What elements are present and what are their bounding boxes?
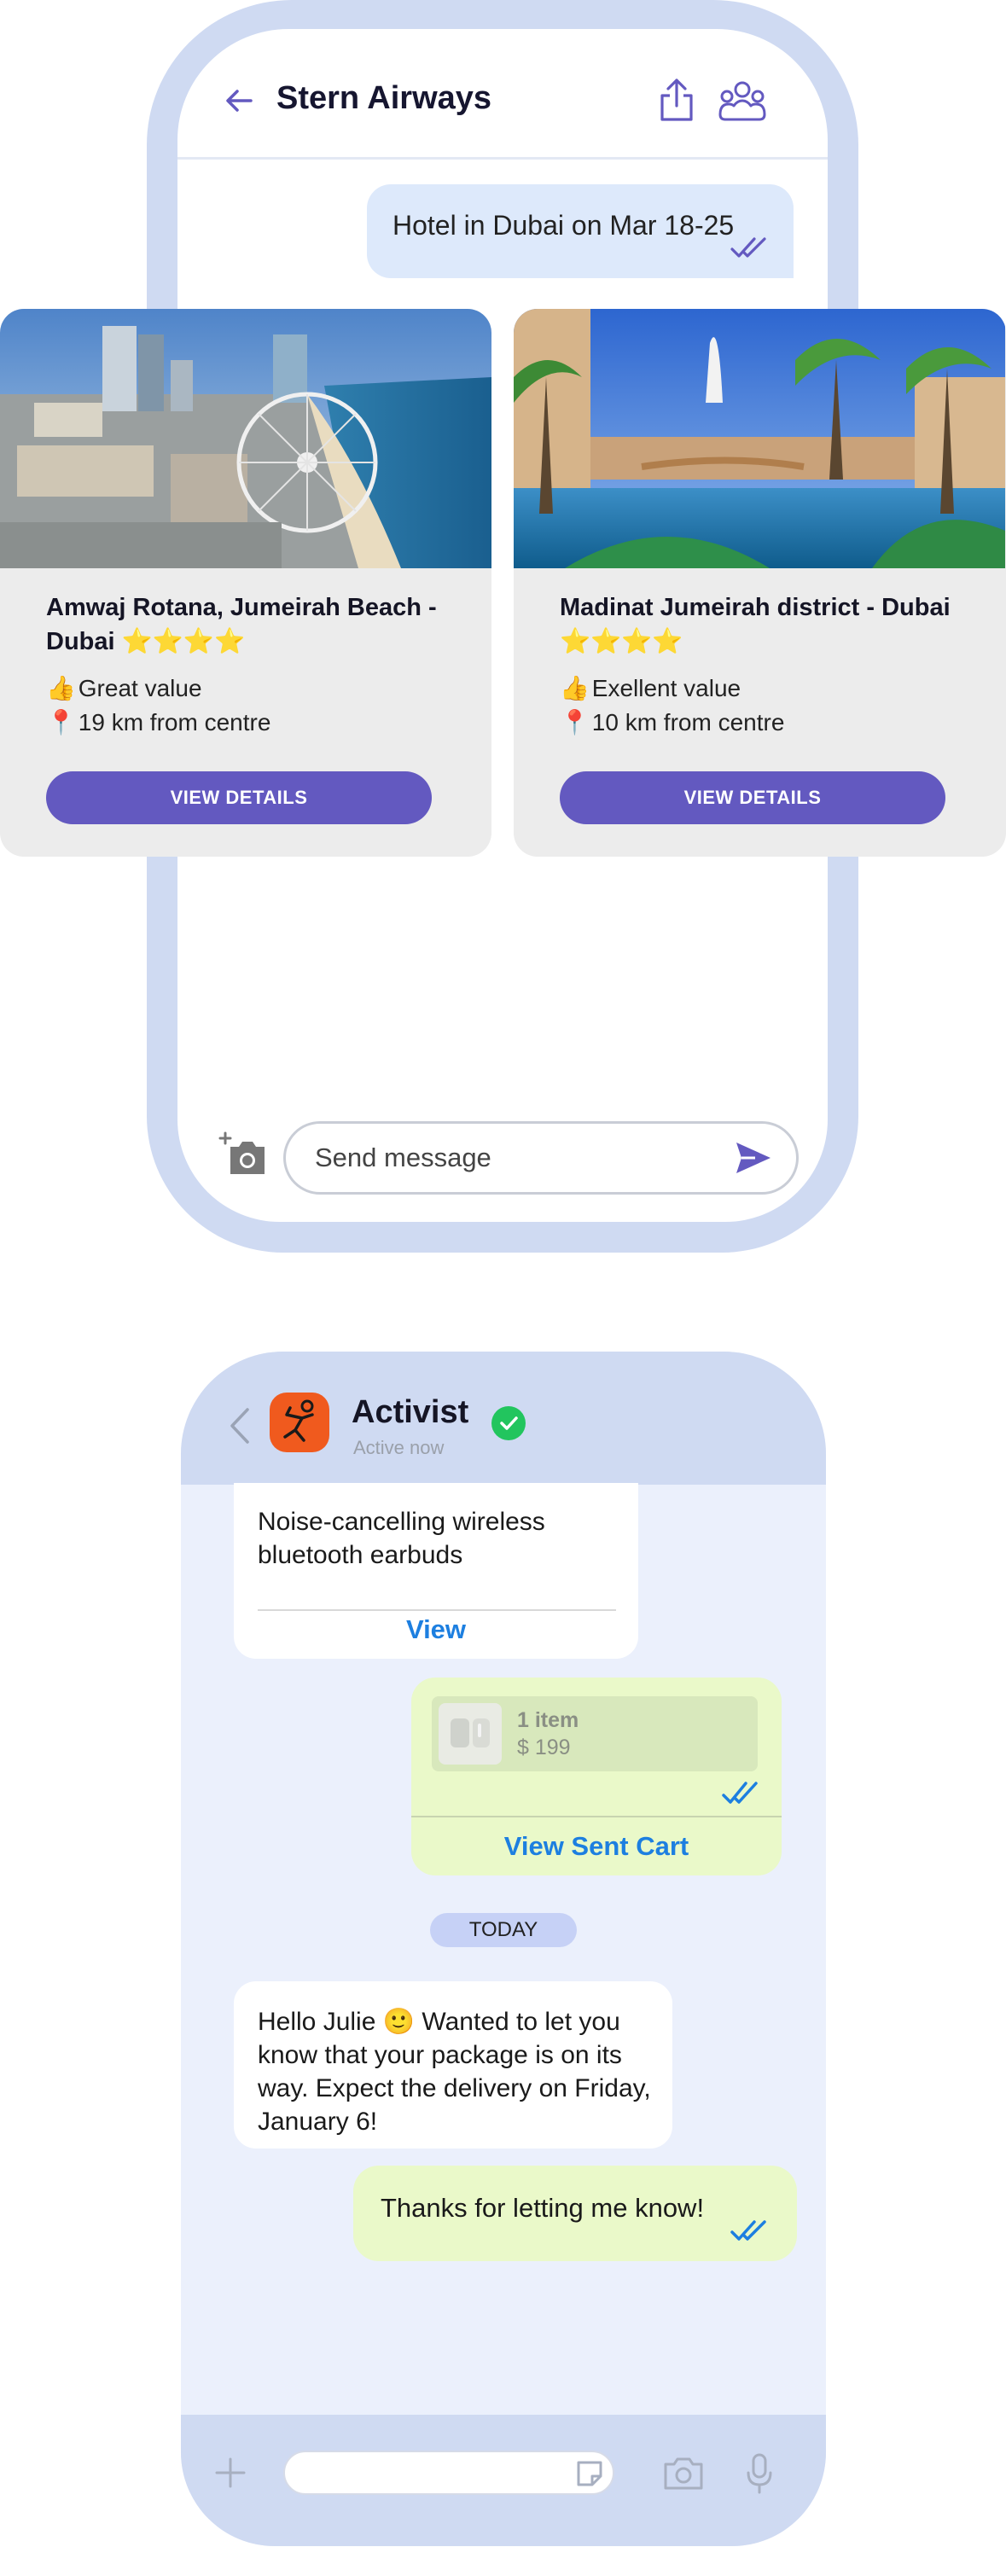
message-input[interactable] <box>283 2451 614 2495</box>
hotel-photo-canal-palms <box>514 309 1005 568</box>
plus-icon[interactable] <box>213 2456 247 2490</box>
hotel-value-row: 👍 Great value <box>46 674 202 702</box>
avatar[interactable] <box>270 1393 329 1452</box>
double-check-icon <box>730 237 766 258</box>
view-product-link[interactable]: View <box>234 1614 638 1645</box>
active-status: Active now <box>353 1437 445 1458</box>
share-icon[interactable] <box>655 75 698 125</box>
pin-icon: 📍 <box>560 709 590 736</box>
group-icon[interactable] <box>717 77 768 125</box>
athlete-icon <box>283 1399 314 1442</box>
star-rating: ⭐⭐⭐⭐ <box>560 628 683 655</box>
outgoing-message-bubble: Thanks for letting me know! <box>353 2166 797 2261</box>
message-text: Hotel in Dubai on Mar 18-25 <box>393 210 735 241</box>
double-check-icon <box>722 1782 758 1804</box>
thumbs-up-icon: 👍 <box>46 675 76 701</box>
cart-item-count: 1 item <box>517 1708 579 1732</box>
sticker-icon[interactable] <box>573 2457 606 2490</box>
outgoing-message-bubble: Hotel in Dubai on Mar 18-25 <box>367 184 794 278</box>
earbuds-icon <box>451 1718 490 1747</box>
sent-cart-bubble: 1 item $ 199 View Sent Cart <box>411 1678 782 1875</box>
chat-title: Stern Airways <box>276 80 492 116</box>
hotel-value: Great value <box>78 675 202 701</box>
hotel-distance: 19 km from centre <box>78 709 271 736</box>
message-text: Thanks for letting me know! <box>381 2193 705 2223</box>
view-sent-cart-link[interactable]: View Sent Cart <box>411 1831 782 1862</box>
product-message-bubble: Noise-cancelling wireless bluetooth earb… <box>234 1483 638 1659</box>
message-text: Hello Julie 🙂 Wanted to let you know tha… <box>258 2008 651 2136</box>
hotel-card[interactable]: Madinat Jumeirah district - Dubai ⭐⭐⭐⭐ 👍… <box>514 309 1006 857</box>
product-name: Noise-cancelling wireless bluetooth earb… <box>258 1508 545 1569</box>
hotel-distance-row: 📍 19 km from centre <box>46 708 270 736</box>
view-details-button[interactable]: VIEW DETAILS <box>46 771 432 824</box>
send-icon[interactable] <box>733 1139 774 1177</box>
chat-title: Activist <box>352 1394 469 1430</box>
cart-summary[interactable]: 1 item $ 199 <box>432 1696 758 1771</box>
back-arrow-icon[interactable] <box>222 84 256 118</box>
back-chevron-icon[interactable] <box>227 1406 253 1445</box>
date-chip: TODAY <box>430 1913 577 1947</box>
hotel-value: Exellent value <box>591 675 741 701</box>
message-input[interactable]: Send message <box>283 1121 799 1195</box>
star-rating: ⭐⭐⭐⭐ <box>121 628 246 655</box>
add-photo-icon[interactable] <box>218 1128 270 1179</box>
hotel-card[interactable]: Amwaj Rotana, Jumeirah Beach - Dubai ⭐⭐⭐… <box>0 309 491 857</box>
divider <box>258 1609 616 1611</box>
check-icon <box>500 1416 518 1430</box>
thumbs-up-icon: 👍 <box>560 675 590 701</box>
hotel-value-row: 👍 Exellent value <box>560 674 741 702</box>
composer-bar <box>181 2415 826 2546</box>
message-input-placeholder: Send message <box>315 1143 491 1172</box>
hotel-photo-beach-city <box>0 309 491 568</box>
incoming-message-bubble: Hello Julie 🙂 Wanted to let you know tha… <box>234 1981 672 2149</box>
hotel-distance: 10 km from centre <box>591 709 785 736</box>
earbuds-thumbnail <box>439 1703 502 1765</box>
header-divider <box>177 157 828 160</box>
double-check-icon <box>730 2220 766 2241</box>
hotel-distance-row: 📍 10 km from centre <box>560 708 784 736</box>
hotel-name: Madinat Jumeirah district - Dubai <box>560 594 951 621</box>
camera-icon[interactable] <box>662 2454 705 2492</box>
verified-badge <box>491 1406 526 1440</box>
microphone-icon[interactable] <box>744 2452 775 2495</box>
view-details-button[interactable]: VIEW DETAILS <box>560 771 945 824</box>
hotel-title: Amwaj Rotana, Jumeirah Beach - Dubai ⭐⭐⭐… <box>46 590 473 659</box>
cart-price: $ 199 <box>517 1736 571 1759</box>
chat-screen-activist: Activist Active now Noise-cancelling wir… <box>181 1352 826 2546</box>
pin-icon: 📍 <box>46 709 76 736</box>
divider <box>411 1816 782 1817</box>
hotel-title: Madinat Jumeirah district - Dubai ⭐⭐⭐⭐ <box>560 590 986 659</box>
